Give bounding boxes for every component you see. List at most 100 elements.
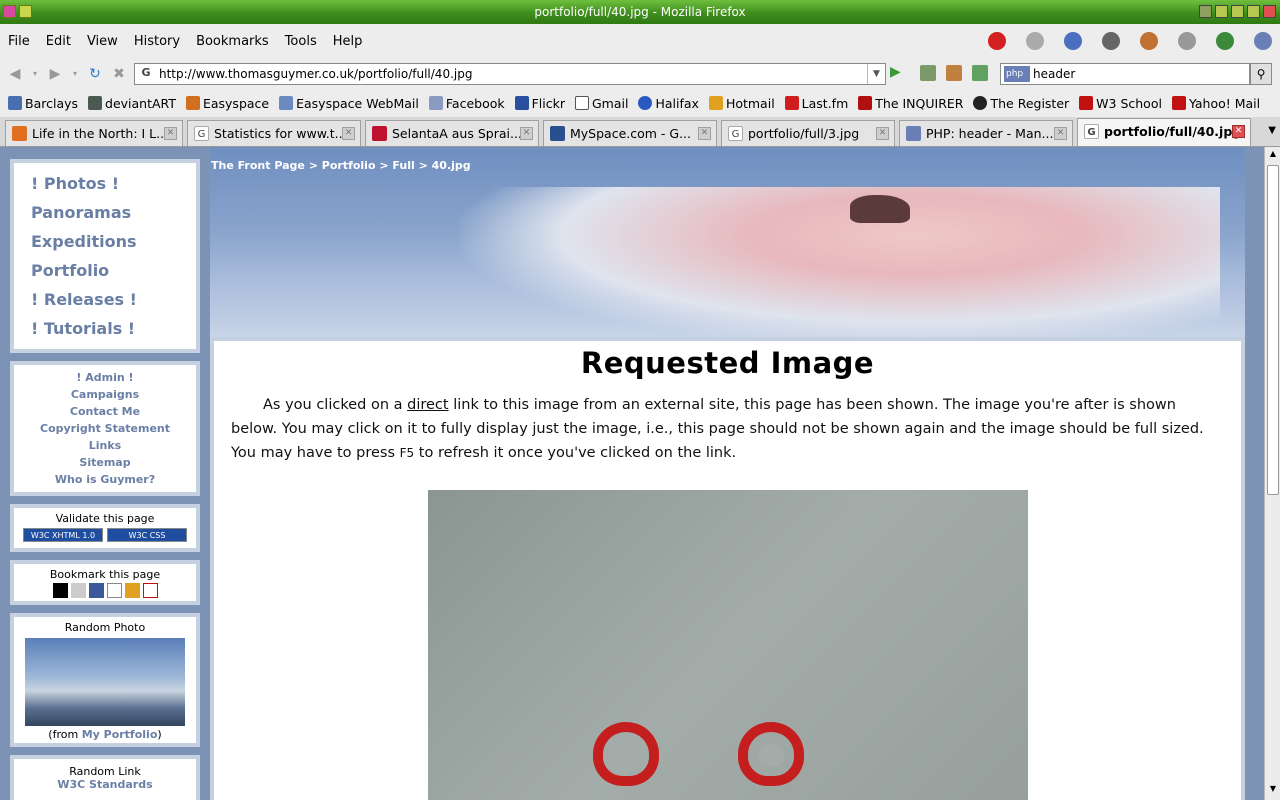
bookmark-register[interactable]: The Register <box>973 96 1069 111</box>
search-input[interactable]: header <box>1033 67 1075 81</box>
url-bar[interactable]: G http://www.thomasguymer.co.uk/portfoli… <box>134 63 886 85</box>
menu-file[interactable]: File <box>0 34 38 49</box>
reload-icon[interactable]: ↻ <box>86 65 104 83</box>
bookmark-hotmail[interactable]: Hotmail <box>708 96 775 111</box>
bookmark-yahoo-mail[interactable]: Yahoo! Mail <box>1171 96 1260 111</box>
css-badge[interactable]: W3C CSS <box>107 528 187 542</box>
gear-icon[interactable] <box>1178 32 1196 50</box>
breadcrumb-front-page[interactable]: The Front Page <box>211 159 305 172</box>
requested-image[interactable] <box>428 490 1028 800</box>
menu-bookmarks[interactable]: Bookmarks <box>188 34 277 49</box>
bookmark-lastfm[interactable]: Last.fm <box>784 96 848 111</box>
tab-close-icon[interactable]: ✕ <box>698 127 711 140</box>
tab-statistics[interactable]: G Statistics for www.t... ✕ <box>187 120 361 146</box>
bookmark-facebook[interactable]: Facebook <box>428 96 505 111</box>
url-dropdown-icon[interactable]: ▼ <box>867 64 885 84</box>
tab-portfolio-3[interactable]: Gportfolio/full/3.jpg ✕ <box>721 120 895 146</box>
tab-close-icon[interactable]: ✕ <box>164 127 177 140</box>
leaf-icon[interactable] <box>1216 32 1234 50</box>
digg-icon[interactable] <box>70 583 86 598</box>
shade-icon[interactable] <box>1215 5 1228 18</box>
window-menu-buttons[interactable] <box>3 5 32 18</box>
link-copyright[interactable]: Copyright Statement <box>14 420 196 437</box>
bookmark-easyspace-webmail[interactable]: Easyspace WebMail <box>279 96 419 111</box>
breadcrumb-portfolio[interactable]: Portfolio <box>322 159 376 172</box>
yahoo-icon[interactable] <box>142 583 158 598</box>
menu-view[interactable]: View <box>79 34 126 49</box>
vertical-scrollbar[interactable]: ▲ ▼ <box>1264 147 1280 800</box>
tab-close-icon[interactable]: ✕ <box>876 127 889 140</box>
bookmark-flickr[interactable]: Flickr <box>514 96 565 111</box>
download-icon[interactable] <box>972 65 988 81</box>
link-who-is-guymer[interactable]: Who is Guymer? <box>14 471 196 488</box>
bookmark-barclays[interactable]: Barclays <box>8 96 78 111</box>
addon-icon[interactable] <box>1026 32 1044 50</box>
nav-portfolio[interactable]: Portfolio <box>14 256 196 285</box>
link-contact[interactable]: Contact Me <box>14 403 196 420</box>
window-sticky-icon[interactable] <box>19 5 32 18</box>
link-links[interactable]: Links <box>14 437 196 454</box>
scroll-down-icon[interactable]: ▼ <box>1267 784 1279 798</box>
tab-myspace[interactable]: MySpace.com - G... ✕ <box>543 120 717 146</box>
forward-dropdown-icon[interactable]: ▾ <box>70 65 80 83</box>
nav-expeditions[interactable]: Expeditions <box>14 227 196 256</box>
maximize-icon[interactable] <box>1247 5 1260 18</box>
my-portfolio-link[interactable]: My Portfolio <box>82 728 158 741</box>
window-menu-icon[interactable] <box>3 5 16 18</box>
live-icon[interactable] <box>124 583 140 598</box>
stop-icon[interactable]: ✖ <box>110 65 128 83</box>
direct-link[interactable]: direct <box>407 397 448 413</box>
home-icon[interactable] <box>946 65 962 81</box>
bookmark-deviantart[interactable]: deviantART <box>88 96 176 111</box>
tab-life-in-the-north[interactable]: Life in the North: I L... ✕ <box>5 120 183 146</box>
xhtml-badge[interactable]: W3C XHTML 1.0 <box>23 528 103 542</box>
minimize-icon[interactable] <box>1231 5 1244 18</box>
back-icon[interactable]: ◀ <box>6 65 24 83</box>
addon-icon[interactable] <box>1064 32 1082 50</box>
menu-edit[interactable]: Edit <box>38 34 79 49</box>
tab-close-icon[interactable]: ✕ <box>342 127 355 140</box>
nav-photos[interactable]: ! Photos ! <box>14 169 196 198</box>
search-icon[interactable]: ⚲ <box>1250 63 1272 85</box>
link-campaigns[interactable]: Campaigns <box>14 386 196 403</box>
adblock-icon[interactable] <box>988 32 1006 50</box>
menu-history[interactable]: History <box>126 34 188 49</box>
addon-icon[interactable] <box>1102 32 1120 50</box>
go-icon[interactable]: ▶ <box>890 64 908 82</box>
forward-icon[interactable]: ▶ <box>46 65 64 83</box>
addon-icon[interactable] <box>1254 32 1272 50</box>
search-engine-php-icon[interactable]: php <box>1004 66 1030 82</box>
google-icon[interactable] <box>106 583 122 598</box>
bookmark-w3school[interactable]: W3 School <box>1079 96 1162 111</box>
bookmark-gmail[interactable]: Gmail <box>575 96 628 111</box>
menu-tools[interactable]: Tools <box>277 34 325 49</box>
tab-php-header[interactable]: PHP: header - Man... ✕ <box>899 120 1073 146</box>
breadcrumb-full[interactable]: Full <box>392 159 414 172</box>
tab-selantaa[interactable]: SelantaA aus Sprai... ✕ <box>365 120 539 146</box>
back-dropdown-icon[interactable]: ▾ <box>30 65 40 83</box>
random-photo-thumbnail[interactable] <box>25 638 185 726</box>
bookmark-halifax[interactable]: Halifax <box>638 96 699 111</box>
tab-close-icon[interactable]: ✕ <box>1054 127 1067 140</box>
w3c-standards-link[interactable]: W3C Standards <box>57 778 152 791</box>
facebook-icon[interactable] <box>88 583 104 598</box>
help-icon[interactable] <box>1199 5 1212 18</box>
scrollbar-thumb[interactable] <box>1267 165 1279 495</box>
bookmark-easyspace[interactable]: Easyspace <box>185 96 269 111</box>
tab-list-dropdown-icon[interactable]: ▼ <box>1268 125 1276 136</box>
nav-panoramas[interactable]: Panoramas <box>14 198 196 227</box>
close-icon[interactable] <box>1263 5 1276 18</box>
bookmark-add-icon[interactable] <box>920 65 936 81</box>
menu-help[interactable]: Help <box>325 34 371 49</box>
tab-close-icon[interactable]: ✕ <box>1232 125 1245 138</box>
tab-portfolio-40[interactable]: Gportfolio/full/40.jpg ✕ <box>1077 118 1251 146</box>
search-bar[interactable]: php header <box>1000 63 1250 85</box>
link-sitemap[interactable]: Sitemap <box>14 454 196 471</box>
nav-tutorials[interactable]: ! Tutorials ! <box>14 314 196 343</box>
nav-releases[interactable]: ! Releases ! <box>14 285 196 314</box>
delicious-icon[interactable] <box>52 583 68 598</box>
addon-icon[interactable] <box>1140 32 1158 50</box>
bookmark-inquirer[interactable]: The INQUIRER <box>858 96 963 111</box>
tab-close-icon[interactable]: ✕ <box>520 127 533 140</box>
scroll-up-icon[interactable]: ▲ <box>1267 149 1279 163</box>
